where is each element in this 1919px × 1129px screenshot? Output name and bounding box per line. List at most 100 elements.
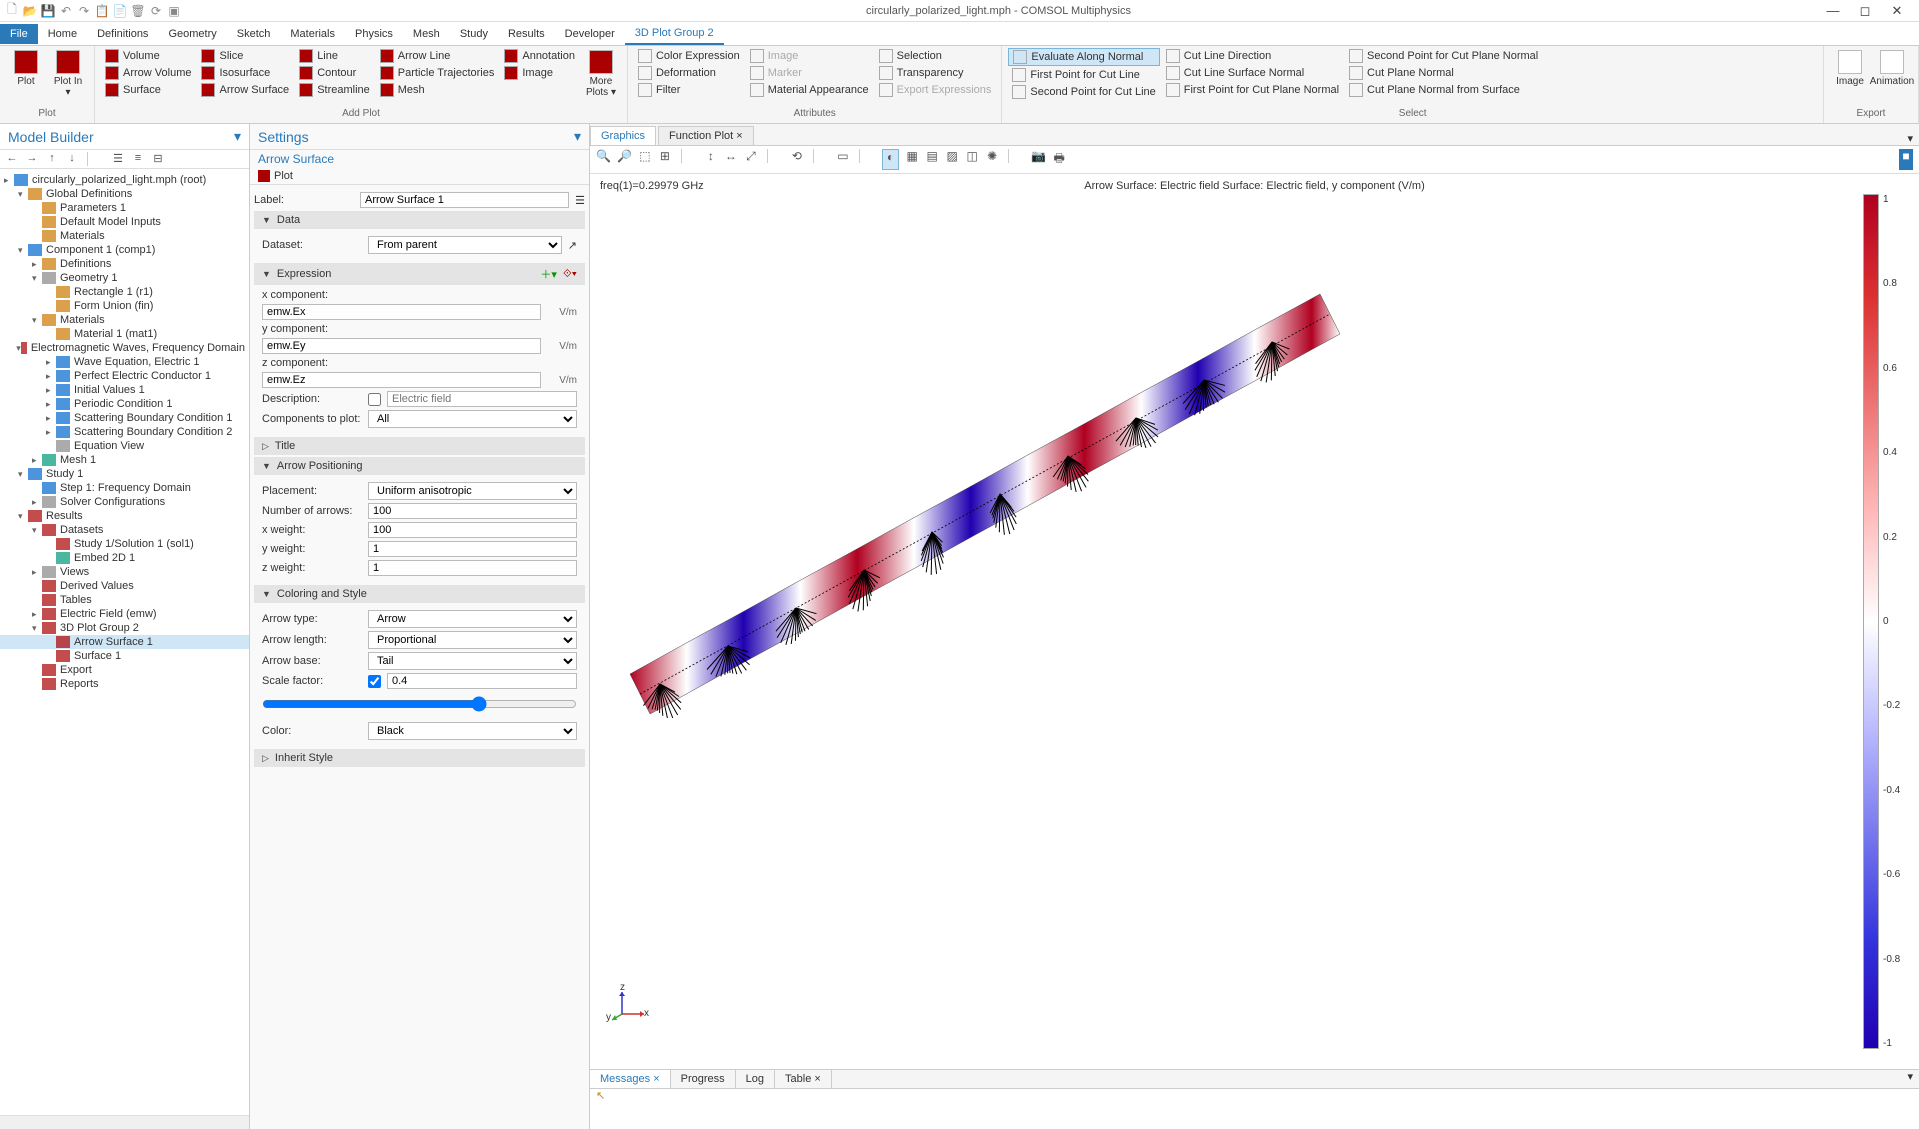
annotation-button[interactable]: Annotation — [500, 48, 579, 64]
contour-button[interactable]: Contour — [295, 65, 374, 81]
tree-node[interactable]: ▾Study 1 — [0, 467, 249, 481]
window-icon[interactable]: ▣ — [166, 3, 182, 19]
undo-icon[interactable]: ↶ — [58, 3, 74, 19]
xy-view-icon[interactable]: ↕ — [704, 149, 718, 170]
tree-node[interactable]: ▸Scattering Boundary Condition 2 — [0, 425, 249, 439]
tab-messages[interactable]: Messages × — [590, 1070, 671, 1088]
number-of-arrows-input[interactable] — [368, 503, 577, 519]
yz-view-icon[interactable]: ⤢ — [744, 149, 758, 170]
tree-node[interactable]: ▸circularly_polarized_light.mph (root) — [0, 173, 249, 187]
tab-log[interactable]: Log — [736, 1070, 775, 1088]
title-section-header[interactable]: ▷Title — [254, 437, 585, 455]
print-icon[interactable]: 🖶 — [1052, 149, 1066, 170]
components-to-plot-select[interactable]: All — [368, 410, 577, 428]
panel-menu-icon[interactable]: ▾ — [574, 128, 581, 145]
snapshot-icon[interactable]: 📷 — [1031, 149, 1046, 170]
data-section-header[interactable]: ▼Data — [254, 211, 585, 229]
tree-node[interactable]: ▾Geometry 1 — [0, 271, 249, 285]
scale-factor-input[interactable] — [387, 673, 577, 689]
tree-node[interactable]: Parameters 1 — [0, 201, 249, 215]
cut-plane-normal-button[interactable]: Cut Plane Normal — [1345, 65, 1542, 81]
tree-node[interactable]: ▸Views — [0, 565, 249, 579]
lighting-icon[interactable]: ✺ — [985, 149, 999, 170]
arrow-volume-button[interactable]: Arrow Volume — [101, 65, 195, 81]
tab-materials[interactable]: Materials — [280, 24, 345, 44]
streamline-button[interactable]: Streamline — [295, 82, 374, 98]
zoom-box-icon[interactable]: ⬚ — [638, 149, 652, 170]
tree-node[interactable]: ▸Periodic Condition 1 — [0, 397, 249, 411]
evaluate-along-normal-button[interactable]: Evaluate Along Normal — [1008, 48, 1159, 66]
tree-node[interactable]: ▸Scattering Boundary Condition 1 — [0, 411, 249, 425]
surface-button[interactable]: Surface — [101, 82, 195, 98]
ycomp-input[interactable] — [262, 338, 541, 354]
filter-button[interactable]: Filter — [634, 82, 744, 98]
tree-node[interactable]: ▸Perfect Electric Conductor 1 — [0, 369, 249, 383]
maximize-icon[interactable]: ◻ — [1853, 3, 1877, 19]
select-icon[interactable]: ▭ — [836, 149, 850, 170]
tree-node[interactable]: ▾3D Plot Group 2 — [0, 621, 249, 635]
attr-image-button[interactable]: Image — [746, 48, 873, 64]
add-expr-icon[interactable]: ＋▾ — [540, 266, 557, 282]
description-checkbox[interactable] — [368, 393, 381, 406]
tab-geometry[interactable]: Geometry — [158, 24, 226, 44]
zcomp-input[interactable] — [262, 372, 541, 388]
refresh-icon[interactable]: ⟳ — [148, 3, 164, 19]
wireframe-icon[interactable]: ▦ — [905, 149, 919, 170]
tree-node[interactable]: ▸Initial Values 1 — [0, 383, 249, 397]
tree-node[interactable]: Surface 1 — [0, 649, 249, 663]
copy-icon[interactable]: 📋 — [94, 3, 110, 19]
replace-expr-icon[interactable]: ⟐▾ — [563, 268, 577, 281]
tab-definitions[interactable]: Definitions — [87, 24, 158, 44]
second-point-cut-line-button[interactable]: Second Point for Cut Line — [1008, 84, 1159, 100]
scale-factor-checkbox[interactable] — [368, 675, 381, 688]
rotate-icon[interactable]: ⟲ — [790, 149, 804, 170]
particle-trajectories-button[interactable]: Particle Trajectories — [376, 65, 499, 81]
tree-node[interactable]: Derived Values — [0, 579, 249, 593]
tab-developer[interactable]: Developer — [555, 24, 625, 44]
model-tree[interactable]: ▸circularly_polarized_light.mph (root)▾G… — [0, 169, 249, 1115]
tab-study[interactable]: Study — [450, 24, 498, 44]
panel-menu-icon[interactable]: ▾ — [1901, 132, 1919, 145]
plot-button[interactable]: Plot — [6, 48, 46, 89]
tab-results[interactable]: Results — [498, 24, 555, 44]
minimize-icon[interactable]: — — [1821, 3, 1845, 19]
image-button[interactable]: Image — [500, 65, 579, 81]
expression-section-header[interactable]: ▼Expression ＋▾ ⟐▾ — [254, 263, 585, 285]
tree-node[interactable]: ▾Global Definitions — [0, 187, 249, 201]
more-plots-button[interactable]: More Plots ▾ — [581, 48, 621, 100]
coloring-section-header[interactable]: ▼Coloring and Style — [254, 585, 585, 603]
color-expression-button[interactable]: Color Expression — [634, 48, 744, 64]
info-icon[interactable]: ■ — [1899, 149, 1913, 170]
up-icon[interactable]: ↑ — [44, 152, 60, 166]
redo-icon[interactable]: ↷ — [76, 3, 92, 19]
cut-plane-normal-from-surface-button[interactable]: Cut Plane Normal from Surface — [1345, 82, 1542, 98]
tab-table[interactable]: Table × — [775, 1070, 832, 1088]
tab-graphics[interactable]: Graphics — [590, 126, 656, 145]
z-weight-input[interactable] — [368, 560, 577, 576]
dataset-goto-icon[interactable]: ↗ — [568, 239, 577, 252]
tree-node[interactable]: ▾Component 1 (comp1) — [0, 243, 249, 257]
tree-node[interactable]: Arrow Surface 1 — [0, 635, 249, 649]
forward-icon[interactable]: → — [24, 152, 40, 166]
tree-node[interactable]: Rectangle 1 (r1) — [0, 285, 249, 299]
marker-button[interactable]: Marker — [746, 65, 873, 81]
xcomp-input[interactable] — [262, 304, 541, 320]
scale-factor-slider[interactable] — [262, 696, 577, 712]
arrow-type-select[interactable]: Arrow — [368, 610, 577, 628]
zoom-out-icon[interactable]: 🔎 — [617, 149, 632, 170]
label-menu-icon[interactable]: ☰ — [575, 194, 585, 207]
dataset-select[interactable]: From parent — [368, 236, 562, 254]
tree-node[interactable]: ▾Electromagnetic Waves, Frequency Domain — [0, 341, 249, 355]
tree-icon[interactable]: ≡ — [130, 152, 146, 166]
export-expressions-button[interactable]: Export Expressions — [875, 82, 996, 98]
transparency-button[interactable]: Transparency — [875, 65, 996, 81]
graphics-canvas[interactable]: freq(1)=0.29979 GHz Arrow Surface: Elect… — [590, 174, 1919, 1069]
deformation-button[interactable]: Deformation — [634, 65, 744, 81]
collapse-icon[interactable]: ⊟ — [150, 152, 166, 166]
volume-button[interactable]: Volume — [101, 48, 195, 64]
material-appearance-button[interactable]: Material Appearance — [746, 82, 873, 98]
placement-select[interactable]: Uniform anisotropic — [368, 482, 577, 500]
inherit-section-header[interactable]: ▷Inherit Style — [254, 749, 585, 767]
tree-node[interactable]: Study 1/Solution 1 (sol1) — [0, 537, 249, 551]
paste-icon[interactable]: 📄 — [112, 3, 128, 19]
